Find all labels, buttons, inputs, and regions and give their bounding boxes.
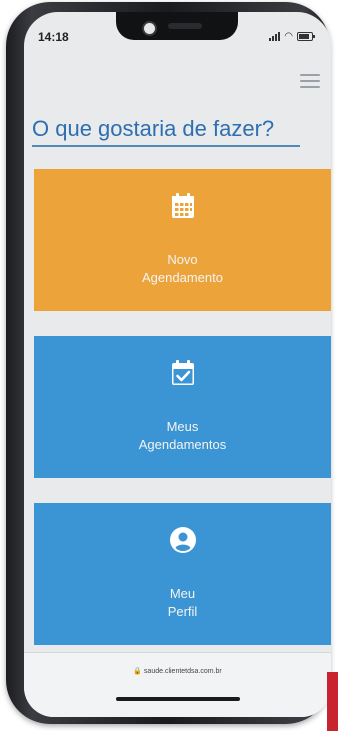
user-circle-icon <box>169 527 196 553</box>
title-underline <box>32 145 300 147</box>
card-label: Meus Agendamentos <box>34 418 331 454</box>
browser-address-bar[interactable]: 🔒 saude.clientetdsa.com.br <box>24 652 331 717</box>
hamburger-menu-icon[interactable] <box>299 72 321 90</box>
lock-icon: 🔒 <box>133 668 142 675</box>
phone-screen: 14:18 ◠ O que gostaria de fazer? Novo Ag… <box>24 12 331 717</box>
page-title: O que gostaria de fazer? <box>32 116 275 141</box>
calendar-grid-icon <box>171 193 194 218</box>
home-indicator[interactable] <box>116 697 240 701</box>
card-label-line2: Agendamentos <box>138 437 227 452</box>
address-text[interactable]: 🔒 saude.clientetdsa.com.br <box>24 667 331 675</box>
new-appointment-button[interactable]: Novo Agendamento <box>34 169 331 311</box>
card-label-line1: Meus <box>166 419 199 434</box>
card-label-line1: Novo <box>167 252 198 267</box>
wifi-icon: ◠ <box>284 31 293 42</box>
status-time: 14:18 <box>38 30 69 44</box>
url-text: saude.clientetdsa.com.br <box>143 668 222 675</box>
red-decorative-bar <box>327 672 338 731</box>
calendar-check-icon <box>171 360 194 385</box>
card-label-line2: Agendamento <box>142 270 223 285</box>
card-label-line2: Perfil <box>167 604 198 619</box>
my-appointments-button[interactable]: Meus Agendamentos <box>34 336 331 478</box>
card-label: Meu Perfil <box>34 585 331 621</box>
my-profile-button[interactable]: Meu Perfil <box>34 503 331 645</box>
camera-icon <box>142 21 157 36</box>
battery-icon <box>297 32 315 41</box>
card-label-line1: Meu <box>169 586 196 601</box>
status-icons: ◠ <box>269 31 315 42</box>
signal-icon <box>269 32 281 41</box>
card-label: Novo Agendamento <box>34 251 331 287</box>
speaker-grille <box>168 23 202 29</box>
